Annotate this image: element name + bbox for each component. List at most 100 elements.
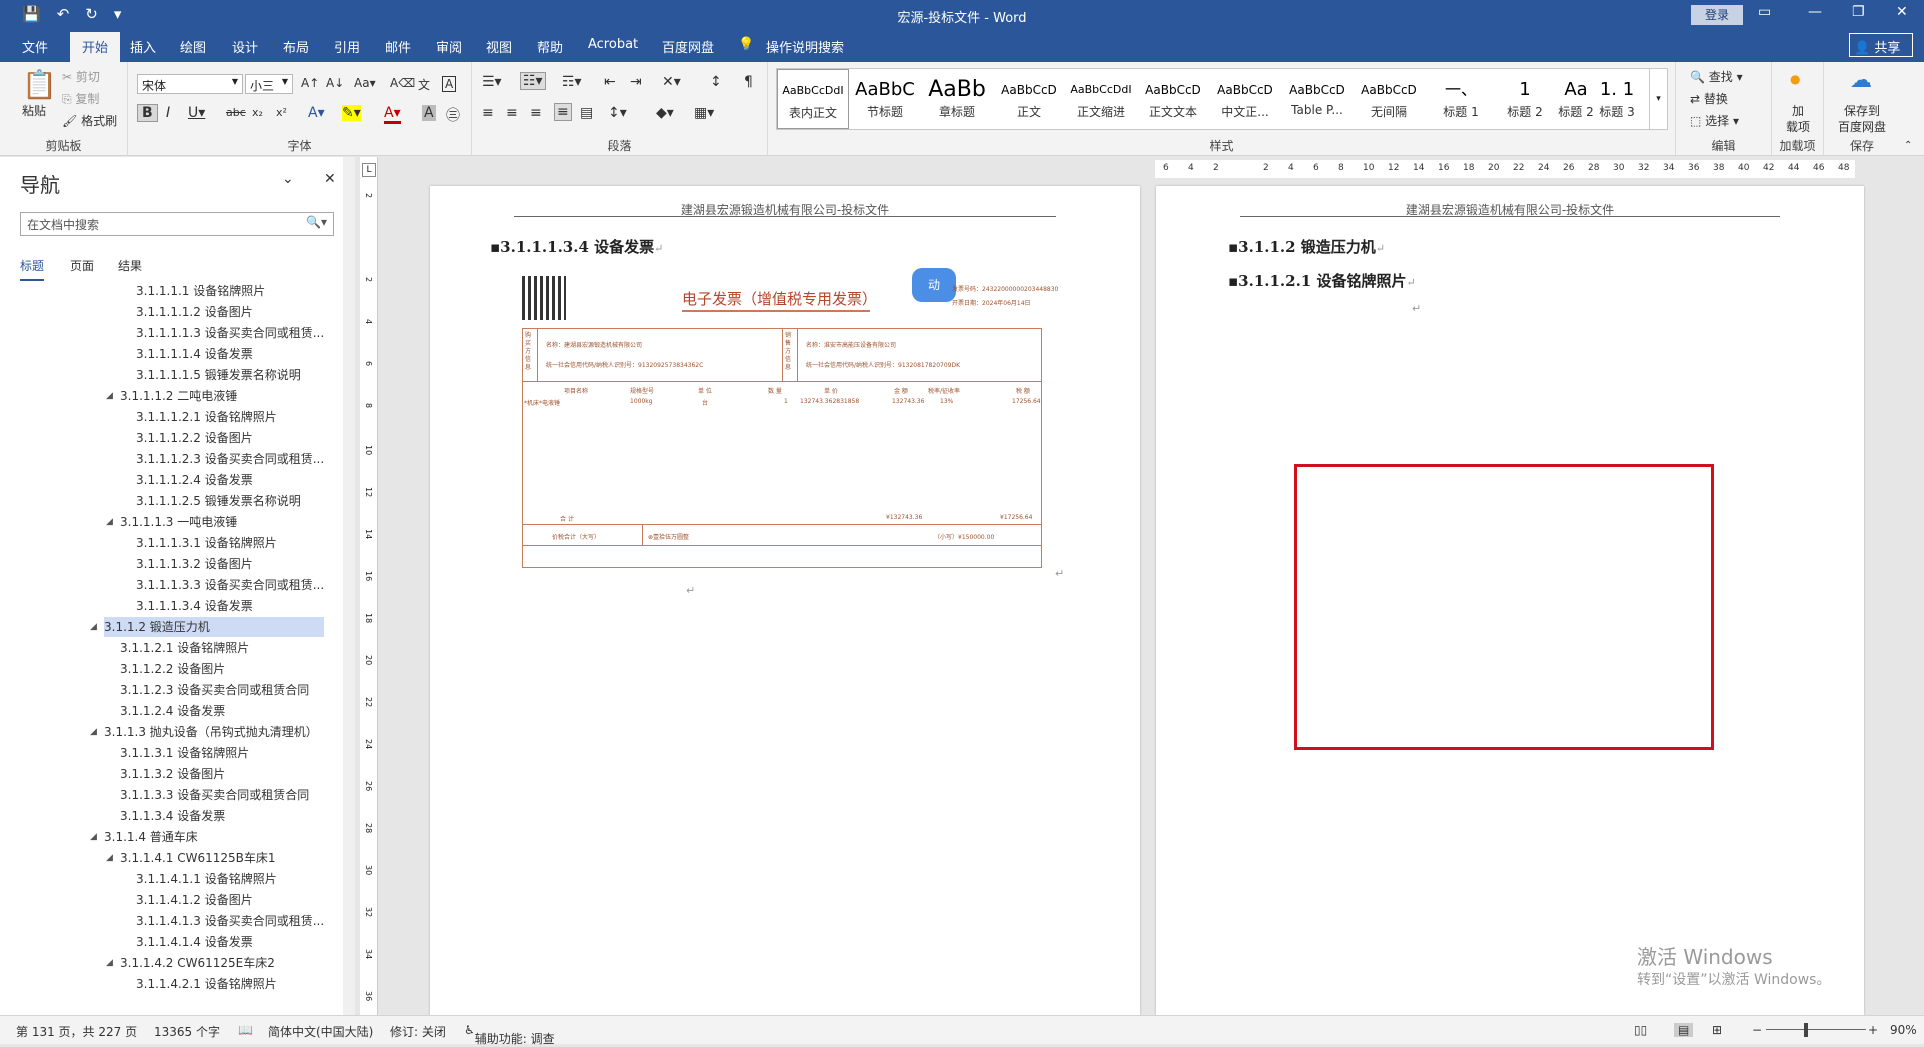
change-case-icon[interactable]: Aa▾ (354, 76, 376, 90)
nav-heading-item[interactable]: 3.1.1.1.1.3 设备买卖合同或租赁... (136, 323, 324, 343)
nav-heading-item[interactable]: 3.1.1.3.3 设备买卖合同或租赁合同 (120, 785, 324, 805)
char-border-icon[interactable]: A (442, 76, 457, 92)
save-baidu-line2[interactable]: 百度网盘 (1838, 118, 1886, 135)
save-baidu-line1[interactable]: 保存到 (1844, 102, 1880, 119)
cloud-icon[interactable]: ☁ (1850, 68, 1872, 93)
underline-icon[interactable]: U▾ (188, 105, 205, 121)
nav-heading-item[interactable]: 3.1.1.1.2.4 设备发票 (136, 470, 324, 490)
nav-heading-item[interactable]: 3.1.1.4.2 CW61125E车床2 (120, 953, 324, 973)
enclosed-char-icon[interactable]: ㊂ (446, 105, 460, 125)
replace-button[interactable]: ⇄ 替换 (1690, 90, 1728, 107)
expand-collapse-icon[interactable]: ◢ (90, 827, 97, 847)
format-painter-button[interactable]: 🖌 格式刷 (62, 112, 117, 129)
font-size-combo[interactable]: 小三 ▼ (245, 74, 293, 94)
nav-heading-item[interactable]: 3.1.1.3 抛丸设备（吊钩式抛丸清理机） (104, 722, 324, 742)
tab-selector-icon[interactable]: L (362, 163, 376, 177)
copy-button[interactable]: ⎘ 复制 (62, 90, 99, 107)
close-icon[interactable]: ✕ (324, 171, 336, 187)
select-button[interactable]: ⬚ 选择 ▾ (1690, 112, 1739, 129)
nav-heading-item[interactable]: 3.1.1.1.2.5 锻锤发票名称说明 (136, 491, 324, 511)
minimize-icon[interactable]: — (1808, 4, 1822, 20)
tab-home[interactable]: 开始 (70, 32, 121, 62)
nav-tab-pages[interactable]: 页面 (70, 257, 94, 274)
bullets-icon[interactable]: ☰▾ (482, 74, 502, 90)
tab-file[interactable]: 文件 (22, 37, 48, 56)
web-layout-icon[interactable]: ⊞ (1712, 1023, 1722, 1037)
clear-format-icon[interactable]: A⌫ (390, 76, 415, 90)
phonetic-guide-icon[interactable]: 文 (418, 76, 430, 93)
nav-heading-item[interactable]: 3.1.1.1.2.1 设备铭牌照片 (136, 407, 324, 427)
zoom-slider-thumb[interactable] (1804, 1023, 1808, 1037)
superscript-icon[interactable]: x² (276, 106, 287, 119)
find-button[interactable]: 🔍 查找 ▾ (1690, 68, 1743, 85)
nav-tab-headings[interactable]: 标题 (20, 257, 45, 281)
proofing-icon[interactable]: 📖 (238, 1023, 253, 1037)
nav-heading-item[interactable]: 3.1.1.3.1 设备铭牌照片 (120, 743, 324, 763)
tab-draw[interactable]: 绘图 (180, 37, 206, 56)
nav-heading-item[interactable]: 3.1.1.2.3 设备买卖合同或租赁合同 (120, 680, 324, 700)
nav-heading-item[interactable]: 3.1.1.3.2 设备图片 (120, 764, 324, 784)
language-status[interactable]: 简体中文(中国大陆) (268, 1023, 373, 1040)
nav-heading-item[interactable]: 3.1.1.1.3.1 设备铭牌照片 (136, 533, 324, 553)
nav-heading-item[interactable]: 3.1.1.1.1.2 设备图片 (136, 302, 324, 322)
style-item[interactable]: AaBbCcD 中文正... (1209, 69, 1281, 129)
nav-heading-item[interactable]: 3.1.1.1.2 二吨电液锤 (120, 386, 324, 406)
style-item[interactable]: AaBbCcD Table P... (1281, 69, 1353, 129)
collapse-ribbon-icon[interactable]: ⌃ (1904, 140, 1912, 151)
expand-collapse-icon[interactable]: ◢ (106, 386, 113, 406)
share-button[interactable]: 👤 共享 (1849, 33, 1913, 57)
grow-font-icon[interactable]: A↑ (301, 76, 319, 90)
align-left-icon[interactable]: ≡ (482, 105, 494, 121)
tab-references[interactable]: 引用 (334, 37, 360, 56)
nav-heading-item[interactable]: 3.1.1.4.1.1 设备铭牌照片 (136, 869, 324, 889)
nav-heading-item[interactable]: 3.1.1.2 锻造压力机 (104, 617, 324, 637)
print-layout-icon[interactable]: ▤ (1674, 1023, 1694, 1037)
addins-icon[interactable]: ● (1790, 72, 1800, 86)
heading-invoice[interactable]: ▪3.1.1.1.3.4 设备发票↵ (490, 236, 663, 257)
style-item[interactable]: AaBbCcDdI 表内正文 (777, 69, 849, 129)
numbering-icon[interactable]: ☷▾ (520, 72, 546, 90)
char-shading-icon[interactable]: A (422, 105, 436, 121)
style-item[interactable]: AaBbCcD 无间隔 (1353, 69, 1425, 129)
nav-heading-item[interactable]: 3.1.1.1.2.2 设备图片 (136, 428, 324, 448)
style-item[interactable]: 一、 标题 1 (1425, 69, 1497, 129)
style-item[interactable]: 1. 1 标题 3 (1583, 69, 1651, 129)
tab-mailings[interactable]: 邮件 (385, 37, 411, 56)
zoom-out-icon[interactable]: − (1752, 1023, 1762, 1037)
font-color-icon[interactable]: A▾ (384, 105, 401, 124)
nav-scrollbar[interactable] (343, 157, 355, 1015)
subscript-icon[interactable]: x₂ (252, 106, 263, 119)
page-count[interactable]: 第 131 页，共 227 页 (16, 1023, 137, 1040)
italic-icon[interactable]: I (166, 105, 170, 121)
distributed-icon[interactable]: ▤ (580, 105, 593, 121)
nav-heading-item[interactable]: 3.1.1.1.3.4 设备发票 (136, 596, 324, 616)
borders-icon[interactable]: ▦▾ (694, 105, 714, 121)
nav-heading-item[interactable]: 3.1.1.2.4 设备发票 (120, 701, 324, 721)
expand-collapse-icon[interactable]: ◢ (106, 953, 113, 973)
align-right-icon[interactable]: ≡ (530, 105, 542, 121)
text-effects-icon[interactable]: A▾ (308, 105, 325, 121)
tab-acrobat[interactable]: Acrobat (588, 37, 638, 52)
nav-heading-item[interactable]: 3.1.1.1.3 一吨电液锤 (120, 512, 324, 532)
tab-help[interactable]: 帮助 (537, 37, 563, 56)
zoom-level[interactable]: 90% (1890, 1023, 1917, 1037)
nav-heading-item[interactable]: 3.1.1.4.1 CW61125B车床1 (120, 848, 324, 868)
bold-icon[interactable]: B (137, 104, 158, 122)
nav-heading-item[interactable]: 3.1.1.1.2.3 设备买卖合同或租赁... (136, 449, 324, 469)
paragraph-mark-icon[interactable]: ¶ (744, 74, 753, 90)
paste-icon[interactable]: 📋 (22, 68, 57, 101)
font-name-combo[interactable]: 宋体 ▼ (137, 74, 243, 94)
ribbon-display-icon[interactable]: ▭ (1758, 4, 1771, 20)
justify-icon[interactable]: ≡ (554, 103, 572, 121)
heading-nameplate[interactable]: ▪3.1.1.2.1 设备铭牌照片↵ (1228, 270, 1416, 291)
expand-collapse-icon[interactable]: ◢ (106, 512, 113, 532)
nav-heading-item[interactable]: 3.1.1.1.1 设备铭牌照片 (136, 281, 324, 301)
shading-icon[interactable]: ◆▾ (656, 105, 674, 121)
expand-collapse-icon[interactable]: ◢ (90, 722, 97, 742)
tab-insert[interactable]: 插入 (130, 37, 156, 56)
login-button[interactable]: 登录 (1691, 5, 1743, 25)
decrease-indent-icon[interactable]: ⇤ (604, 74, 616, 90)
strikethrough-icon[interactable]: abc (226, 106, 246, 119)
show-marks-icon[interactable]: ↕ (710, 74, 722, 90)
zoom-slider[interactable] (1766, 1029, 1866, 1030)
